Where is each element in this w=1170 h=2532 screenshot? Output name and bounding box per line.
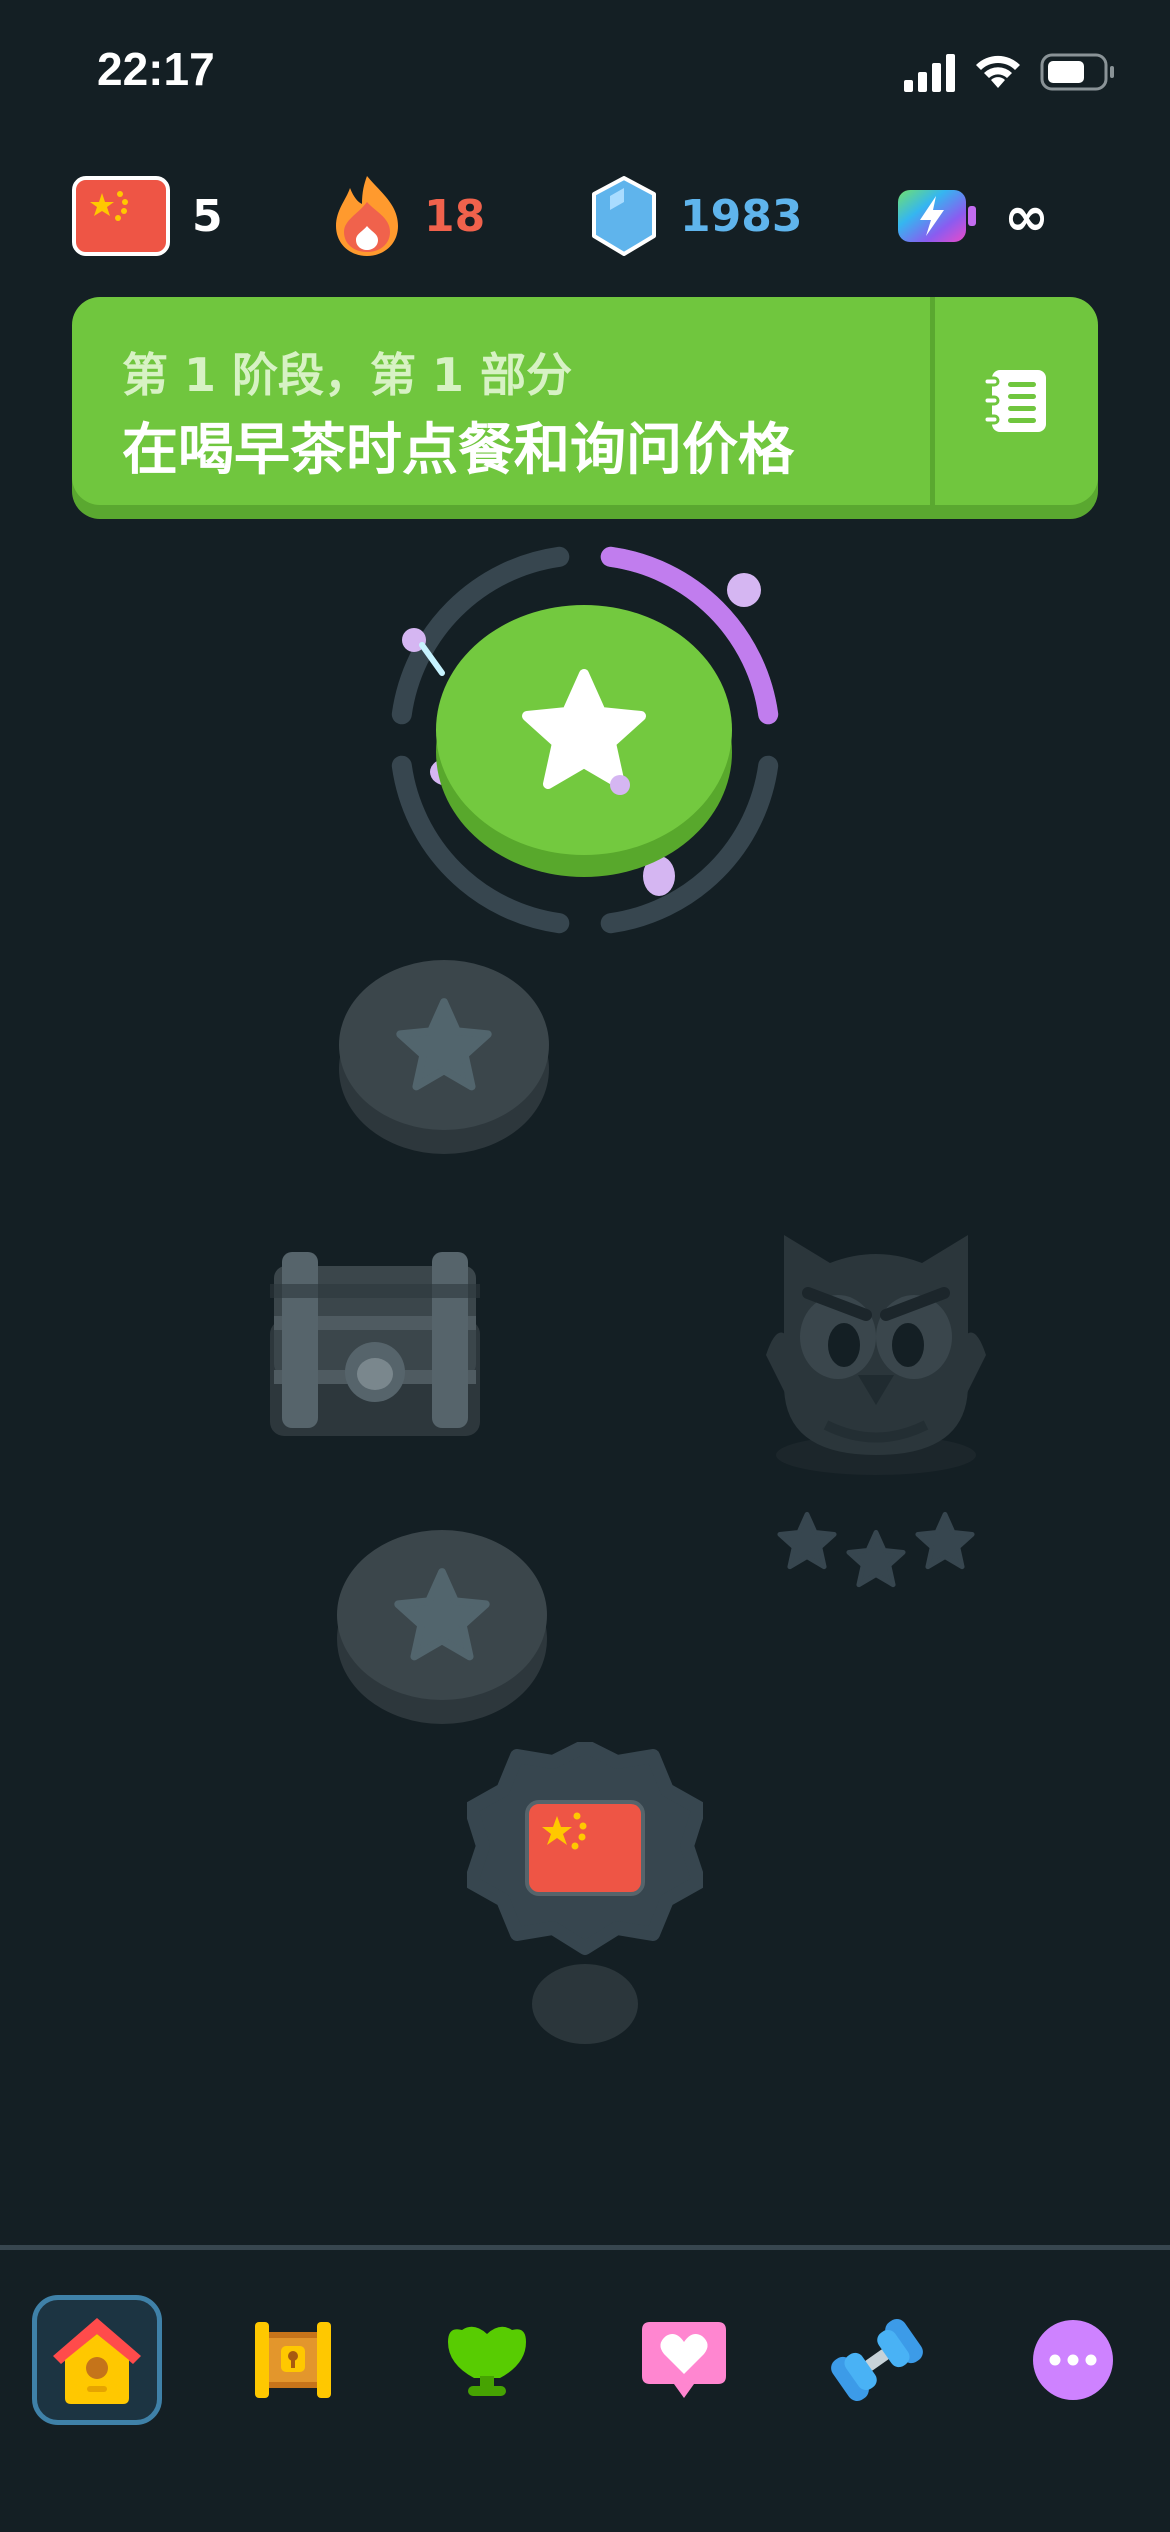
china-flag-icon — [525, 1800, 645, 1896]
locked-character-owl[interactable] — [756, 1215, 996, 1475]
star-icon — [777, 1511, 837, 1570]
dumbbell-icon — [831, 2319, 923, 2401]
cellular-signal-icon — [904, 54, 955, 92]
nav-letters[interactable] — [228, 2295, 358, 2425]
owl-icon — [766, 1235, 986, 1475]
streak-counter[interactable]: 18 — [332, 174, 485, 258]
star-icon — [915, 1511, 975, 1570]
energy-counter[interactable]: ∞ — [896, 174, 1049, 258]
heart-chat-icon — [642, 2322, 726, 2398]
path-end-shadow — [532, 1964, 638, 2044]
star-icon — [846, 1529, 906, 1588]
nav-learn[interactable] — [32, 2295, 162, 2425]
unit-review-badge — [464, 1739, 706, 1955]
gems-count: 1983 — [680, 190, 803, 242]
unit-banner[interactable]: 第 1 阶段，第 1 部分 在喝早茶时点餐和询问价格 — [72, 297, 1098, 505]
sparkle-dot — [610, 775, 630, 795]
wifi-icon — [976, 55, 1020, 88]
unit-section-label: 第 1 阶段，第 1 部分 — [122, 348, 573, 402]
nav-practice[interactable] — [812, 2295, 942, 2425]
locked-lesson-button[interactable] — [339, 960, 549, 1130]
lesson-button-face — [436, 605, 732, 855]
locked-treasure-chest[interactable] — [270, 1250, 480, 1436]
locked-lesson-button[interactable] — [337, 1530, 547, 1700]
star-icon — [394, 1568, 490, 1661]
shield-icon — [448, 2326, 526, 2396]
treasure-chest-icon — [270, 1252, 480, 1436]
gems-counter[interactable]: 1983 — [590, 174, 802, 258]
battery-icon — [1040, 53, 1114, 91]
current-lesson-button[interactable] — [436, 605, 732, 877]
gem-icon — [592, 176, 656, 256]
unit-review-button[interactable] — [464, 1739, 706, 1958]
nav-friends[interactable] — [619, 2295, 749, 2425]
guidebook-button[interactable] — [935, 297, 1098, 505]
energy-battery-icon — [898, 190, 976, 242]
more-icon — [1033, 2320, 1113, 2400]
energy-value: ∞ — [1004, 184, 1049, 248]
streak-flame-icon — [336, 176, 398, 256]
nav-leaderboards[interactable] — [422, 2295, 552, 2425]
notebook-icon — [982, 370, 1046, 432]
unit-title: 在喝早茶时点餐和询问价格 — [122, 418, 794, 483]
streak-count: 18 — [424, 190, 486, 242]
status-time: 22:17 — [97, 43, 215, 95]
china-flag-icon — [72, 176, 170, 256]
scroll-icon — [255, 2322, 331, 2398]
nav-more[interactable] — [1008, 2295, 1138, 2425]
language-count: 5 — [192, 190, 223, 242]
bottom-nav — [0, 2250, 1170, 2532]
home-icon — [53, 2318, 141, 2404]
language-selector[interactable]: 5 — [72, 174, 223, 258]
star-icon — [396, 998, 492, 1091]
character-stars — [776, 1510, 976, 1590]
